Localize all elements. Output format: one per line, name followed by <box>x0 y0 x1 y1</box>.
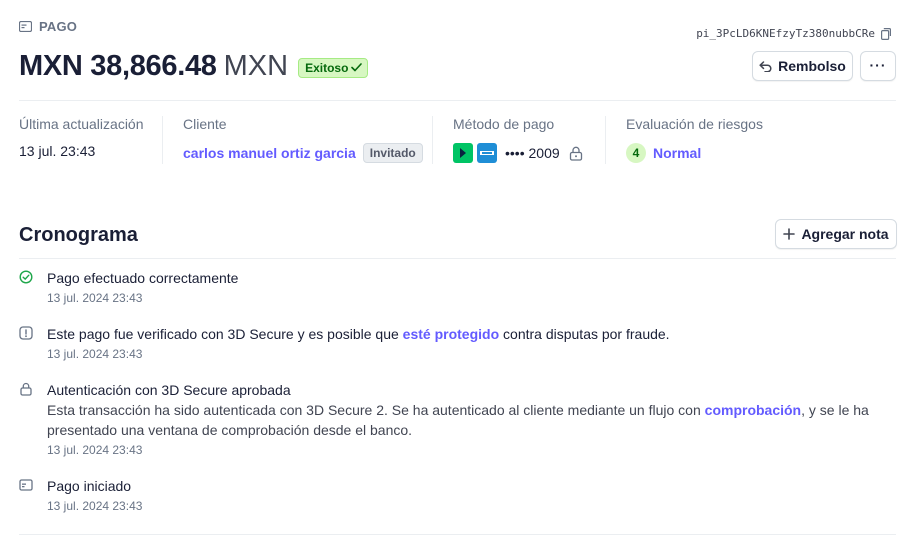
timeline-event: Pago efectuado correctamente 13 jul. 202… <box>19 268 896 305</box>
event-time: 13 jul. 2024 23:43 <box>47 443 143 457</box>
payment-currency: MXN <box>223 50 289 82</box>
timeline-event: Este pago fue verificado con 3D Secure y… <box>19 324 896 361</box>
event-time: 13 jul. 2024 23:43 <box>47 291 143 305</box>
event-title: Pago iniciado <box>47 478 132 494</box>
check-icon <box>351 63 363 72</box>
copy-icon[interactable] <box>881 27 891 40</box>
guest-badge: Invitado <box>362 143 423 163</box>
event-text: Esta transacción ha sido autenticada con… <box>47 402 705 418</box>
customer-name-link[interactable]: carlos manuel ortiz garcia <box>183 145 356 161</box>
more-options-button[interactable]: ··· <box>860 51 896 81</box>
last-updated-field: Última actualización 13 jul. 23:43 <box>19 116 144 164</box>
plus-icon <box>783 228 796 240</box>
customer-label: Cliente <box>183 116 227 132</box>
refund-button-label: Rembolso <box>778 58 846 74</box>
meta-divider <box>605 116 606 164</box>
page-type-text: PAGO <box>39 19 78 34</box>
event-description: Esta transacción ha sido autenticada con… <box>47 400 896 440</box>
payment-id-text: pi_3PcLD6KNEfzyTz380nubbCRe <box>696 27 875 40</box>
risk-label: Evaluación de riesgos <box>626 116 763 132</box>
timeline-event: Autenticación con 3D Secure aprobada Est… <box>19 380 896 457</box>
payment-provider-icon <box>453 143 473 163</box>
protected-link[interactable]: esté protegido <box>403 326 499 342</box>
timeline-divider <box>19 258 896 259</box>
risk-score-badge: 4 <box>626 143 646 163</box>
add-note-label: Agregar nota <box>801 226 889 242</box>
risk-evaluation-field: Evaluación de riesgos 4 Normal <box>626 116 763 164</box>
event-title: Este pago fue verificado con 3D Secure y… <box>47 324 896 344</box>
risk-value: 4 Normal <box>626 143 763 163</box>
header-divider <box>19 100 896 101</box>
customer-value: carlos manuel ortiz garcia Invitado <box>183 143 423 163</box>
timeline-bottom-divider <box>19 534 896 535</box>
payment-id: pi_3PcLD6KNEfzyTz380nubbCRe <box>696 27 891 40</box>
payment-method-label: Método de pago <box>453 116 555 132</box>
status-badge: Exitoso <box>298 57 369 78</box>
refund-button[interactable]: Rembolso <box>752 51 853 81</box>
event-text: contra disputas por fraude. <box>499 326 670 342</box>
more-options-label: ··· <box>869 56 887 73</box>
payment-method-field: Método de pago •••• 2009 <box>453 116 583 164</box>
event-title: Autenticación con 3D Secure aprobada <box>47 382 291 398</box>
lock-icon <box>20 382 32 396</box>
page-type-label: PAGO <box>19 19 77 34</box>
meta-divider <box>162 116 163 164</box>
risk-level-link[interactable]: Normal <box>653 145 701 161</box>
event-title: Pago efectuado correctamente <box>47 270 239 286</box>
payment-card-icon <box>19 21 32 32</box>
last-updated-value: 13 jul. 23:43 <box>19 143 96 159</box>
payment-card-icon <box>19 479 33 491</box>
event-time: 13 jul. 2024 23:43 <box>47 499 143 513</box>
customer-field: Cliente carlos manuel ortiz garcia Invit… <box>183 116 423 164</box>
card-brand-icon <box>477 143 497 163</box>
meta-divider <box>432 116 433 164</box>
challenge-link[interactable]: comprobación <box>705 402 801 418</box>
payment-amount: MXN 38,866.48 <box>19 50 217 82</box>
timeline-title: Cronograma <box>19 224 138 246</box>
info-icon <box>19 326 33 340</box>
amount-row: MXN 38,866.48 MXN Exitoso <box>19 50 369 83</box>
card-last-four: •••• 2009 <box>505 145 560 161</box>
payment-method-value: •••• 2009 <box>453 143 583 163</box>
check-circle-icon <box>19 270 33 284</box>
lock-icon <box>569 146 582 161</box>
event-text: Este pago fue verificado con 3D Secure y… <box>47 326 403 342</box>
event-time: 13 jul. 2024 23:43 <box>47 347 143 361</box>
add-note-button[interactable]: Agregar nota <box>775 219 897 249</box>
status-badge-text: Exitoso <box>305 60 349 75</box>
undo-arrow-icon <box>759 60 772 72</box>
last-updated-label: Última actualización <box>19 116 144 132</box>
timeline-event: Pago iniciado 13 jul. 2024 23:43 <box>19 476 896 513</box>
